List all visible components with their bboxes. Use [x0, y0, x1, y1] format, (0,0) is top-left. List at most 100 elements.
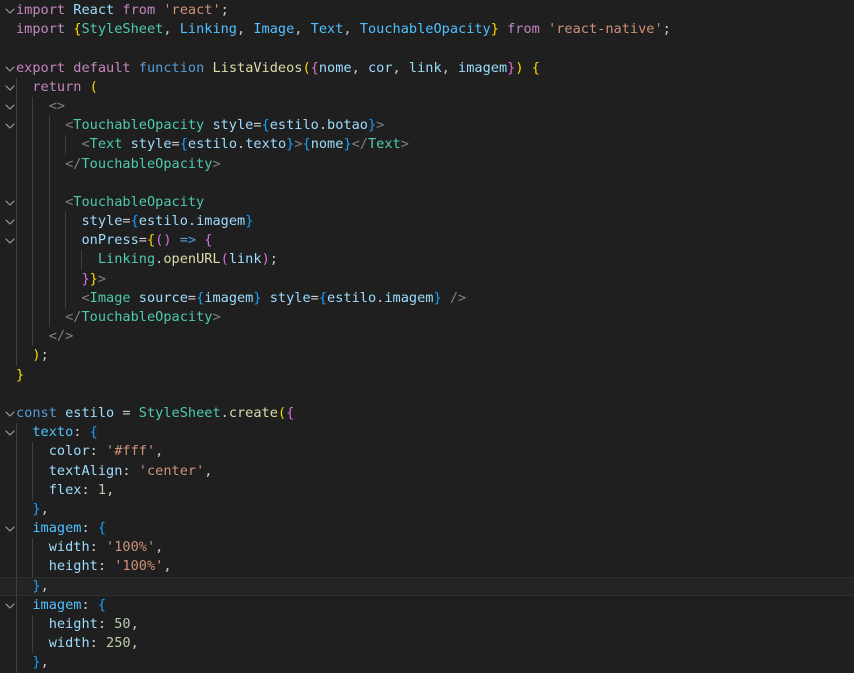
code-token: nome — [318, 59, 352, 76]
code-line[interactable]: width: '100%', — [0, 538, 854, 558]
code-line-text: </TouchableOpacity> — [16, 155, 221, 174]
code-token: 'react-native' — [548, 21, 663, 38]
code-line-text: </TouchableOpacity> — [16, 308, 221, 327]
code-lines-container[interactable]: import React from 'react'; import {StyleS… — [0, 0, 854, 673]
code-token: 1 — [97, 481, 107, 498]
code-token: , — [155, 443, 164, 460]
code-token: ; — [662, 21, 671, 38]
code-line[interactable]: textAlign: 'center', — [0, 461, 854, 481]
code-line-text: }, — [16, 653, 49, 672]
indent-guides — [16, 96, 816, 117]
code-line[interactable] — [0, 39, 854, 58]
code-line[interactable]: width: 250, — [0, 634, 854, 654]
code-token: } — [32, 654, 41, 671]
code-token: </> — [48, 328, 74, 345]
code-line[interactable]: import React from 'react'; — [0, 1, 854, 20]
code-token: color — [48, 443, 90, 460]
code-line[interactable]: </> — [0, 327, 854, 347]
code-token: ) — [32, 347, 41, 364]
code-token: < — [81, 289, 90, 306]
code-line-text: style={estilo.imagem} — [16, 212, 253, 231]
code-token: style — [130, 136, 172, 153]
code-line[interactable]: height: '100%', — [0, 557, 854, 577]
code-token: : — [89, 539, 107, 556]
code-line[interactable]: ); — [0, 346, 854, 366]
code-line-text: <TouchableOpacity — [16, 193, 204, 212]
code-line[interactable]: height: 50, — [0, 615, 854, 635]
code-token: height — [48, 558, 98, 575]
code-token: { — [310, 59, 319, 76]
code-token: estilo — [138, 213, 188, 230]
code-token: : — [122, 462, 139, 479]
code-token: const — [16, 404, 57, 421]
code-token: create — [228, 404, 278, 421]
code-token: { — [531, 59, 540, 76]
code-line[interactable]: } — [0, 366, 854, 385]
code-line[interactable]: texto: { — [0, 423, 854, 443]
code-token: ( — [277, 404, 287, 421]
code-line[interactable]: flex: 1, — [0, 480, 854, 500]
code-line[interactable]: <> — [0, 96, 854, 117]
code-line[interactable]: onPress={() => { — [0, 231, 854, 251]
code-line-text: return ( — [16, 78, 97, 97]
code-line[interactable]: <Image source={imagem} style={estilo.ima… — [0, 288, 854, 308]
code-line[interactable] — [0, 173, 854, 193]
code-token: style — [269, 289, 311, 306]
code-token: } — [490, 21, 499, 38]
code-line[interactable]: <Text style={estilo.texto}>{nome}</Text> — [0, 135, 854, 155]
code-token: style — [81, 213, 123, 230]
code-token: ; — [269, 251, 278, 268]
code-line[interactable]: <TouchableOpacity style={estilo.botao}> — [0, 116, 854, 136]
code-token: </ — [65, 309, 82, 325]
code-token: , — [294, 21, 311, 38]
code-token: > — [294, 136, 303, 153]
code-token: ( — [302, 59, 311, 76]
code-line[interactable]: color: '#fff', — [0, 442, 854, 462]
code-line-current[interactable]: }, — [0, 576, 854, 596]
code-line[interactable]: export default function ListaVideos({nom… — [0, 59, 854, 78]
code-line[interactable]: </TouchableOpacity> — [0, 308, 854, 328]
code-token: '#fff' — [106, 443, 156, 460]
indent-guides — [16, 77, 816, 97]
code-line[interactable]: Linking.openURL(link); — [0, 250, 854, 270]
code-line[interactable]: }, — [0, 653, 854, 673]
code-token: , — [441, 59, 459, 76]
code-token: , — [40, 654, 49, 671]
code-token: } — [367, 117, 377, 134]
code-line[interactable]: <TouchableOpacity — [0, 192, 854, 213]
code-token: , — [343, 21, 360, 38]
indent-guides — [16, 346, 816, 366]
code-token: Text — [310, 21, 344, 38]
code-token: StyleSheet — [138, 404, 221, 421]
code-line[interactable]: </TouchableOpacity> — [0, 154, 854, 174]
code-line-text: const estilo = StyleSheet.create({ — [16, 404, 294, 423]
code-token: React — [73, 2, 115, 18]
code-line[interactable]: style={estilo.imagem} — [0, 212, 854, 232]
code-token: . — [187, 213, 197, 230]
code-token: , — [392, 59, 409, 76]
code-token: , — [163, 558, 172, 575]
indent-guides — [16, 653, 816, 673]
code-line[interactable] — [0, 385, 854, 404]
code-line[interactable]: imagem: { — [0, 595, 854, 615]
code-line[interactable]: }}> — [0, 269, 854, 289]
code-line-text: <TouchableOpacity style={estilo.botao}> — [16, 116, 384, 135]
code-editor[interactable]: import React from 'react'; import {StyleS… — [0, 0, 854, 673]
code-line[interactable]: import {StyleSheet, Linking, Image, Text… — [0, 20, 854, 39]
code-token: < — [81, 136, 90, 153]
code-line[interactable]: const estilo = StyleSheet.create({ — [0, 404, 854, 423]
code-line-text: }, — [16, 577, 48, 596]
code-token: StyleSheet — [81, 21, 164, 38]
code-token: 250 — [106, 635, 131, 652]
code-line-text: }, — [16, 500, 48, 519]
code-line[interactable]: imagem: { — [0, 519, 854, 539]
code-line[interactable]: }, — [0, 499, 854, 520]
code-line[interactable]: return ( — [0, 77, 854, 97]
code-line-text: export default function ListaVideos({nom… — [16, 59, 540, 78]
code-token: { — [204, 232, 213, 249]
